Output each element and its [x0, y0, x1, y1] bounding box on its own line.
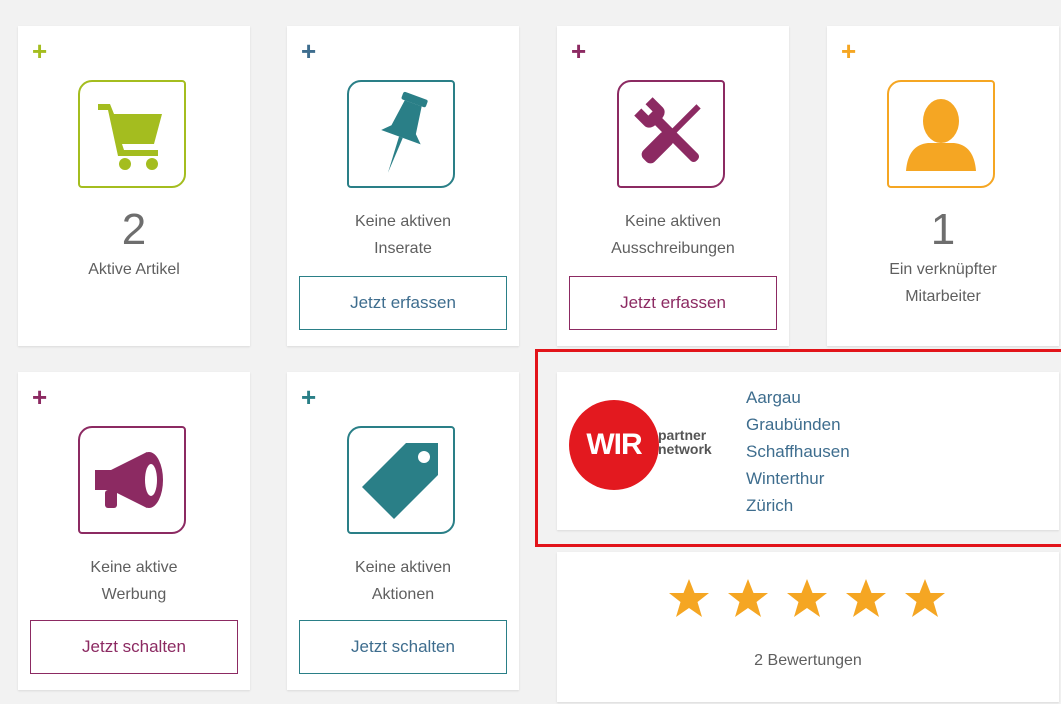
- user-icon: [906, 99, 976, 171]
- reviews-count[interactable]: 2 Bewertungen: [557, 652, 1059, 670]
- articles-count: 2: [121, 205, 147, 254]
- partner-card: WIR partner network Aargau Graubünden Sc…: [557, 372, 1059, 530]
- pushpin-icon: [381, 91, 428, 173]
- articles-label: Aktive Artikel: [88, 261, 180, 278]
- ads-card: + Keine aktiven Inserate Jetzt erfassen: [287, 26, 519, 346]
- add-employee-plus-icon[interactable]: +: [841, 38, 856, 64]
- employees-count: 1: [930, 205, 956, 254]
- megaphone-icon: [95, 452, 163, 508]
- add-advertising-plus-icon[interactable]: +: [32, 384, 47, 410]
- region-link[interactable]: Aargau: [746, 384, 850, 411]
- tenders-tile[interactable]: [617, 80, 725, 188]
- price-tag-icon: [362, 443, 438, 519]
- star-icon: [846, 579, 886, 617]
- promotions-label-line1: Keine aktiven: [354, 559, 452, 576]
- tenders-label-line1: Keine aktiven: [624, 213, 722, 230]
- star-icon: [669, 579, 709, 617]
- tenders-label-line2: Ausschreibungen: [611, 240, 735, 257]
- wir-logo-text: WIR: [586, 428, 642, 461]
- advertising-tile[interactable]: [78, 426, 186, 534]
- tools-icon: [634, 97, 701, 164]
- partner-regions-list: Aargau Graubünden Schaffhausen Winterthu…: [746, 384, 850, 519]
- ads-label-line1: Keine aktiven: [354, 213, 452, 230]
- articles-tile[interactable]: [78, 80, 186, 188]
- place-advertising-button[interactable]: Jetzt schalten: [30, 620, 238, 674]
- add-ad-plus-icon[interactable]: +: [301, 38, 316, 64]
- advertising-card: + Keine aktive Werbung Jetzt schalten: [18, 372, 250, 690]
- create-tender-button[interactable]: Jetzt erfassen: [569, 276, 777, 330]
- create-ad-button[interactable]: Jetzt erfassen: [299, 276, 507, 330]
- wir-logo-caption-line1: partner: [658, 427, 707, 443]
- add-article-plus-icon[interactable]: +: [32, 38, 47, 64]
- ads-tile[interactable]: [347, 80, 455, 188]
- shopping-cart-icon: [98, 104, 162, 170]
- wir-logo-circle: WIR: [569, 400, 659, 490]
- add-tender-plus-icon[interactable]: +: [571, 38, 586, 64]
- region-link[interactable]: Graubünden: [746, 411, 850, 438]
- star-icon: [728, 579, 768, 617]
- articles-card: + 2 Aktive Artikel: [18, 26, 250, 346]
- employees-label-line1: Ein verknüpfter: [889, 261, 997, 278]
- region-link[interactable]: Winterthur: [746, 465, 850, 492]
- promotions-tile[interactable]: [347, 426, 455, 534]
- wir-logo-caption: partner network: [658, 428, 712, 456]
- tenders-card: + Keine aktiven Ausschreibungen Jetzt er…: [557, 26, 789, 346]
- star-rating[interactable]: [667, 577, 949, 621]
- region-link[interactable]: Schaffhausen: [746, 438, 850, 465]
- promotions-label-line2: Aktionen: [371, 586, 435, 603]
- employees-tile[interactable]: [887, 80, 995, 188]
- add-promotion-plus-icon[interactable]: +: [301, 384, 316, 410]
- star-icon: [787, 579, 827, 617]
- promotions-card: + Keine aktiven Aktionen Jetzt schalten: [287, 372, 519, 690]
- rating-card: 2 Bewertungen: [557, 552, 1059, 702]
- wir-logo-caption-line2: network: [658, 441, 712, 457]
- employees-label-line2: Mitarbeiter: [905, 288, 981, 305]
- ads-label-line2: Inserate: [374, 240, 432, 257]
- employees-card: + 1 Ein verknüpfter Mitarbeiter: [827, 26, 1059, 346]
- region-link[interactable]: Zürich: [746, 492, 850, 519]
- place-promotion-button[interactable]: Jetzt schalten: [299, 620, 507, 674]
- wir-partner-logo[interactable]: WIR partner network: [569, 400, 729, 496]
- star-icon: [905, 579, 945, 617]
- advertising-label-line1: Keine aktive: [90, 559, 178, 576]
- advertising-label-line2: Werbung: [101, 586, 167, 603]
